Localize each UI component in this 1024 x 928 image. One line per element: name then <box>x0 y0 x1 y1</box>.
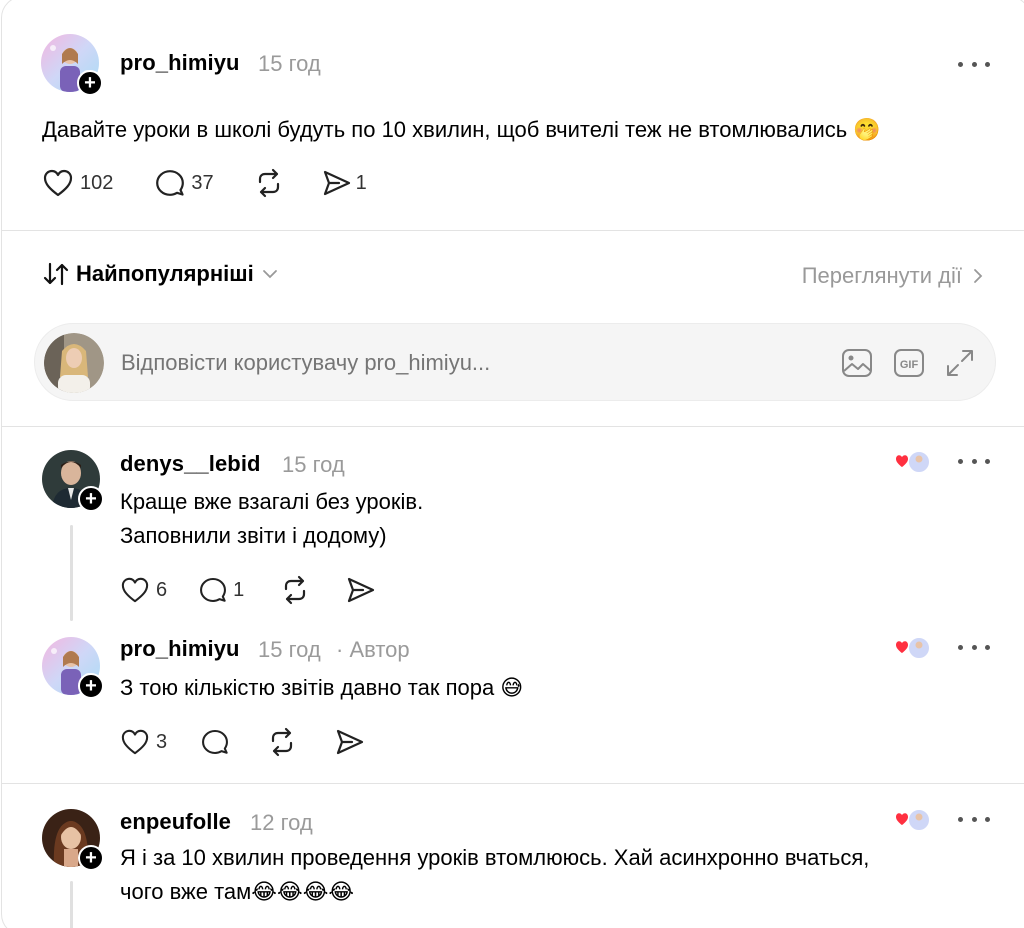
follow-plus-icon[interactable]: + <box>78 845 104 871</box>
follow-plus-icon[interactable]: + <box>77 70 103 96</box>
repost-icon <box>285 575 306 605</box>
follow-plus-icon[interactable]: + <box>78 673 104 699</box>
thread-line <box>70 881 73 928</box>
reply-count: 37 <box>191 171 214 194</box>
post-more-icon[interactable] <box>958 59 990 69</box>
author-tag: · Автор <box>336 637 410 662</box>
comment-icon <box>156 170 185 196</box>
like-count: 6 <box>156 578 168 601</box>
post-text: Давайте уроки в школі будуть по 10 хвили… <box>42 117 881 142</box>
heart-icon <box>121 729 149 755</box>
comment-text-line: Заповнили звіти і додому) <box>120 523 387 548</box>
repost-icon <box>258 168 279 198</box>
comment-text-line: Я і за 10 хвилин проведення уроків втомл… <box>120 845 870 870</box>
comment-time: 15 год <box>282 452 345 477</box>
current-user-avatar <box>44 333 104 393</box>
comment-more-icon[interactable] <box>958 814 990 824</box>
share-count: 1 <box>355 171 367 194</box>
comment-actions: 6 1 <box>120 575 376 605</box>
share-button[interactable]: 1 <box>322 168 367 198</box>
comment-username[interactable]: enpeufolle <box>120 809 231 835</box>
chevron-down-icon <box>262 270 277 279</box>
chevron-right-icon <box>974 269 983 283</box>
comment-icon <box>200 577 227 603</box>
sort-dropdown[interactable]: Найпопулярніші <box>42 261 280 287</box>
expand-icon[interactable] <box>945 348 975 378</box>
comment-text-line: Краще вже взагалі без уроків. <box>120 489 424 514</box>
comment-avatar[interactable]: + <box>42 809 104 871</box>
comment-more-icon[interactable] <box>958 456 990 466</box>
comment-text-line: З тою кількістю звітів давно так пора 😅 <box>120 675 524 700</box>
share-button[interactable] <box>346 575 376 605</box>
repost-button[interactable] <box>280 575 310 605</box>
comment-time: 15 год <box>258 637 321 662</box>
svg-text:GIF: GIF <box>900 359 919 371</box>
sort-arrows-icon <box>43 262 69 286</box>
comment-avatar[interactable]: + <box>42 637 104 699</box>
reply-input[interactable] <box>121 346 811 380</box>
gif-icon[interactable]: GIF <box>893 348 925 378</box>
send-icon <box>323 170 350 196</box>
like-count: 102 <box>80 171 114 194</box>
thread-line <box>70 525 73 621</box>
comment-time: 12 год <box>250 810 313 835</box>
image-icon[interactable] <box>841 348 873 378</box>
reply-button[interactable]: 37 <box>155 168 214 198</box>
thread-card: + pro_himiyu 15 год Давайте уроки в школ… <box>1 0 1024 928</box>
comment-icon <box>202 729 229 755</box>
comment-more-icon[interactable] <box>958 642 990 652</box>
reply-composer[interactable]: GIF <box>34 323 996 401</box>
author-liked-icon <box>896 636 931 660</box>
send-icon <box>348 577 375 603</box>
post-author-avatar[interactable]: + <box>41 34 103 96</box>
send-icon <box>337 729 364 755</box>
reply-button[interactable] <box>201 728 229 756</box>
reply-count: 1 <box>233 578 245 601</box>
like-button[interactable]: 6 <box>120 576 167 604</box>
like-button[interactable]: 102 <box>42 168 113 198</box>
like-count: 3 <box>156 730 168 753</box>
repost-icon <box>272 727 293 757</box>
view-activity-label: Переглянути дії <box>801 263 962 288</box>
reply-button[interactable]: 1 <box>199 576 244 604</box>
like-button[interactable]: 3 <box>120 728 167 756</box>
divider <box>2 230 1024 231</box>
author-liked-icon <box>896 808 931 832</box>
divider <box>2 426 1024 427</box>
author-liked-icon <box>896 450 931 474</box>
sort-label: Найпопулярніші <box>76 261 254 286</box>
view-activity-link[interactable]: Переглянути дії <box>802 263 986 289</box>
comment-text-line: чого вже там😂😂😂😂 <box>120 879 355 904</box>
heart-icon <box>121 577 149 603</box>
post-actions: 102 37 1 <box>42 168 367 198</box>
repost-button[interactable] <box>254 168 284 198</box>
post-time: 15 год <box>258 51 321 76</box>
comment-avatar[interactable]: + <box>42 450 104 512</box>
share-button[interactable] <box>335 727 365 757</box>
comment-username[interactable]: pro_himiyu <box>120 636 240 662</box>
comment-actions: 3 <box>120 727 365 757</box>
repost-button[interactable] <box>267 727 297 757</box>
heart-icon <box>43 169 73 197</box>
comment-username[interactable]: denys__lebid <box>120 451 261 477</box>
follow-plus-icon[interactable]: + <box>78 486 104 512</box>
post-username[interactable]: pro_himiyu <box>120 50 240 76</box>
divider <box>2 783 1024 784</box>
